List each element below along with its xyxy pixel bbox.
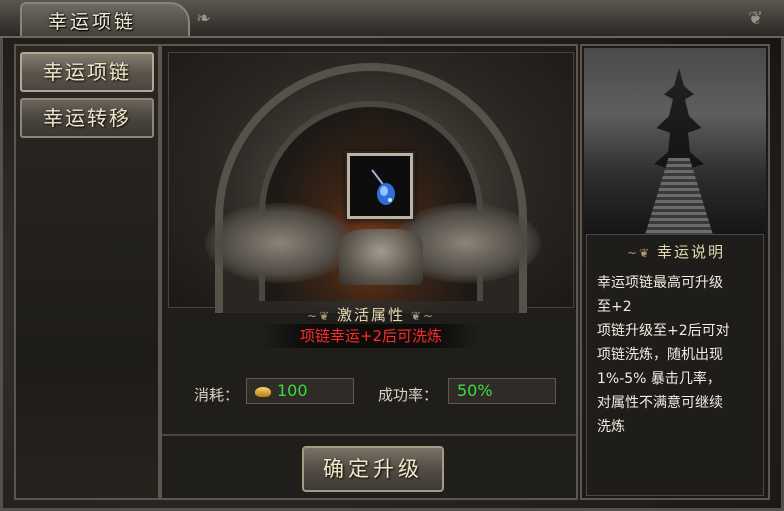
info-line: 项链洗炼，随机出现 <box>597 347 723 363</box>
gold-ingot-icon <box>255 386 271 397</box>
menu-item-lucky-necklace[interactable]: 幸运项链 <box>20 52 154 92</box>
title-bar: 幸运项链 ❧ ❦ <box>0 0 784 38</box>
info-line: 1%-5% 暴击几率， <box>597 371 721 387</box>
attribute-value: 项链幸运+2后可洗炼 <box>262 324 480 348</box>
necklace-icon <box>371 169 395 205</box>
cost-value: 100 <box>277 381 308 400</box>
info-line: 项链升级至+2后可对 <box>597 323 730 339</box>
forge-stage <box>168 52 574 313</box>
ornament-right-icon: ❦~ <box>405 309 435 323</box>
attributes-title: 激活属性 <box>336 306 405 324</box>
success-rate-label: 成功率： <box>378 386 439 404</box>
ornament-left-icon: ~❦ <box>307 309 337 323</box>
success-rate-value: 50% <box>457 381 493 400</box>
info-line: 幸运项链最高可升级 <box>597 275 723 291</box>
window-title: 幸运项链 <box>48 11 137 33</box>
divider <box>162 434 576 436</box>
attributes-heading: ~❦ 激活属性 ❦~ <box>162 304 580 325</box>
left-menu: 幸运项链 幸运转移 <box>14 44 160 500</box>
ornament-swirl-icon: ❧ <box>196 8 212 29</box>
upgrade-panel: ~❦ 激活属性 ❦~ 项链幸运+2后可洗炼 消耗： 100 成功率： 50% 确… <box>160 44 578 500</box>
lucky-info-box: ~❦ 幸运说明 幸运项链最高可升级 至+2 项链升级至+2后可对 项链洗炼，随机… <box>586 234 764 496</box>
info-line: 对属性不满意可继续 <box>597 395 723 411</box>
temple-stairs <box>644 158 714 234</box>
info-line: 洗炼 <box>597 419 625 435</box>
ornament-left-icon: ~❦ <box>627 246 657 260</box>
pedestal <box>339 229 423 285</box>
info-panel: ~❦ 幸运说明 幸运项链最高可升级 至+2 项链升级至+2后可对 项链洗炼，随机… <box>580 44 770 500</box>
info-title: 幸运说明 <box>656 243 725 261</box>
ornament-swirl-icon: ❦ <box>748 8 764 29</box>
info-text: 幸运项链最高可升级 至+2 项链升级至+2后可对 项链洗炼，随机出现 1%-5%… <box>597 271 757 439</box>
menu-item-lucky-transfer[interactable]: 幸运转移 <box>20 98 154 138</box>
cost-label: 消耗： <box>194 386 240 404</box>
info-line: 至+2 <box>597 299 632 315</box>
info-heading: ~❦ 幸运说明 <box>587 241 765 262</box>
dragon-left-ornament <box>205 203 355 283</box>
confirm-upgrade-button[interactable]: 确定升级 <box>302 446 444 492</box>
item-slot[interactable] <box>347 153 413 219</box>
cost-box: 100 <box>246 378 354 404</box>
success-rate-box: 50% <box>448 378 556 404</box>
temple-scene-image <box>584 48 766 234</box>
